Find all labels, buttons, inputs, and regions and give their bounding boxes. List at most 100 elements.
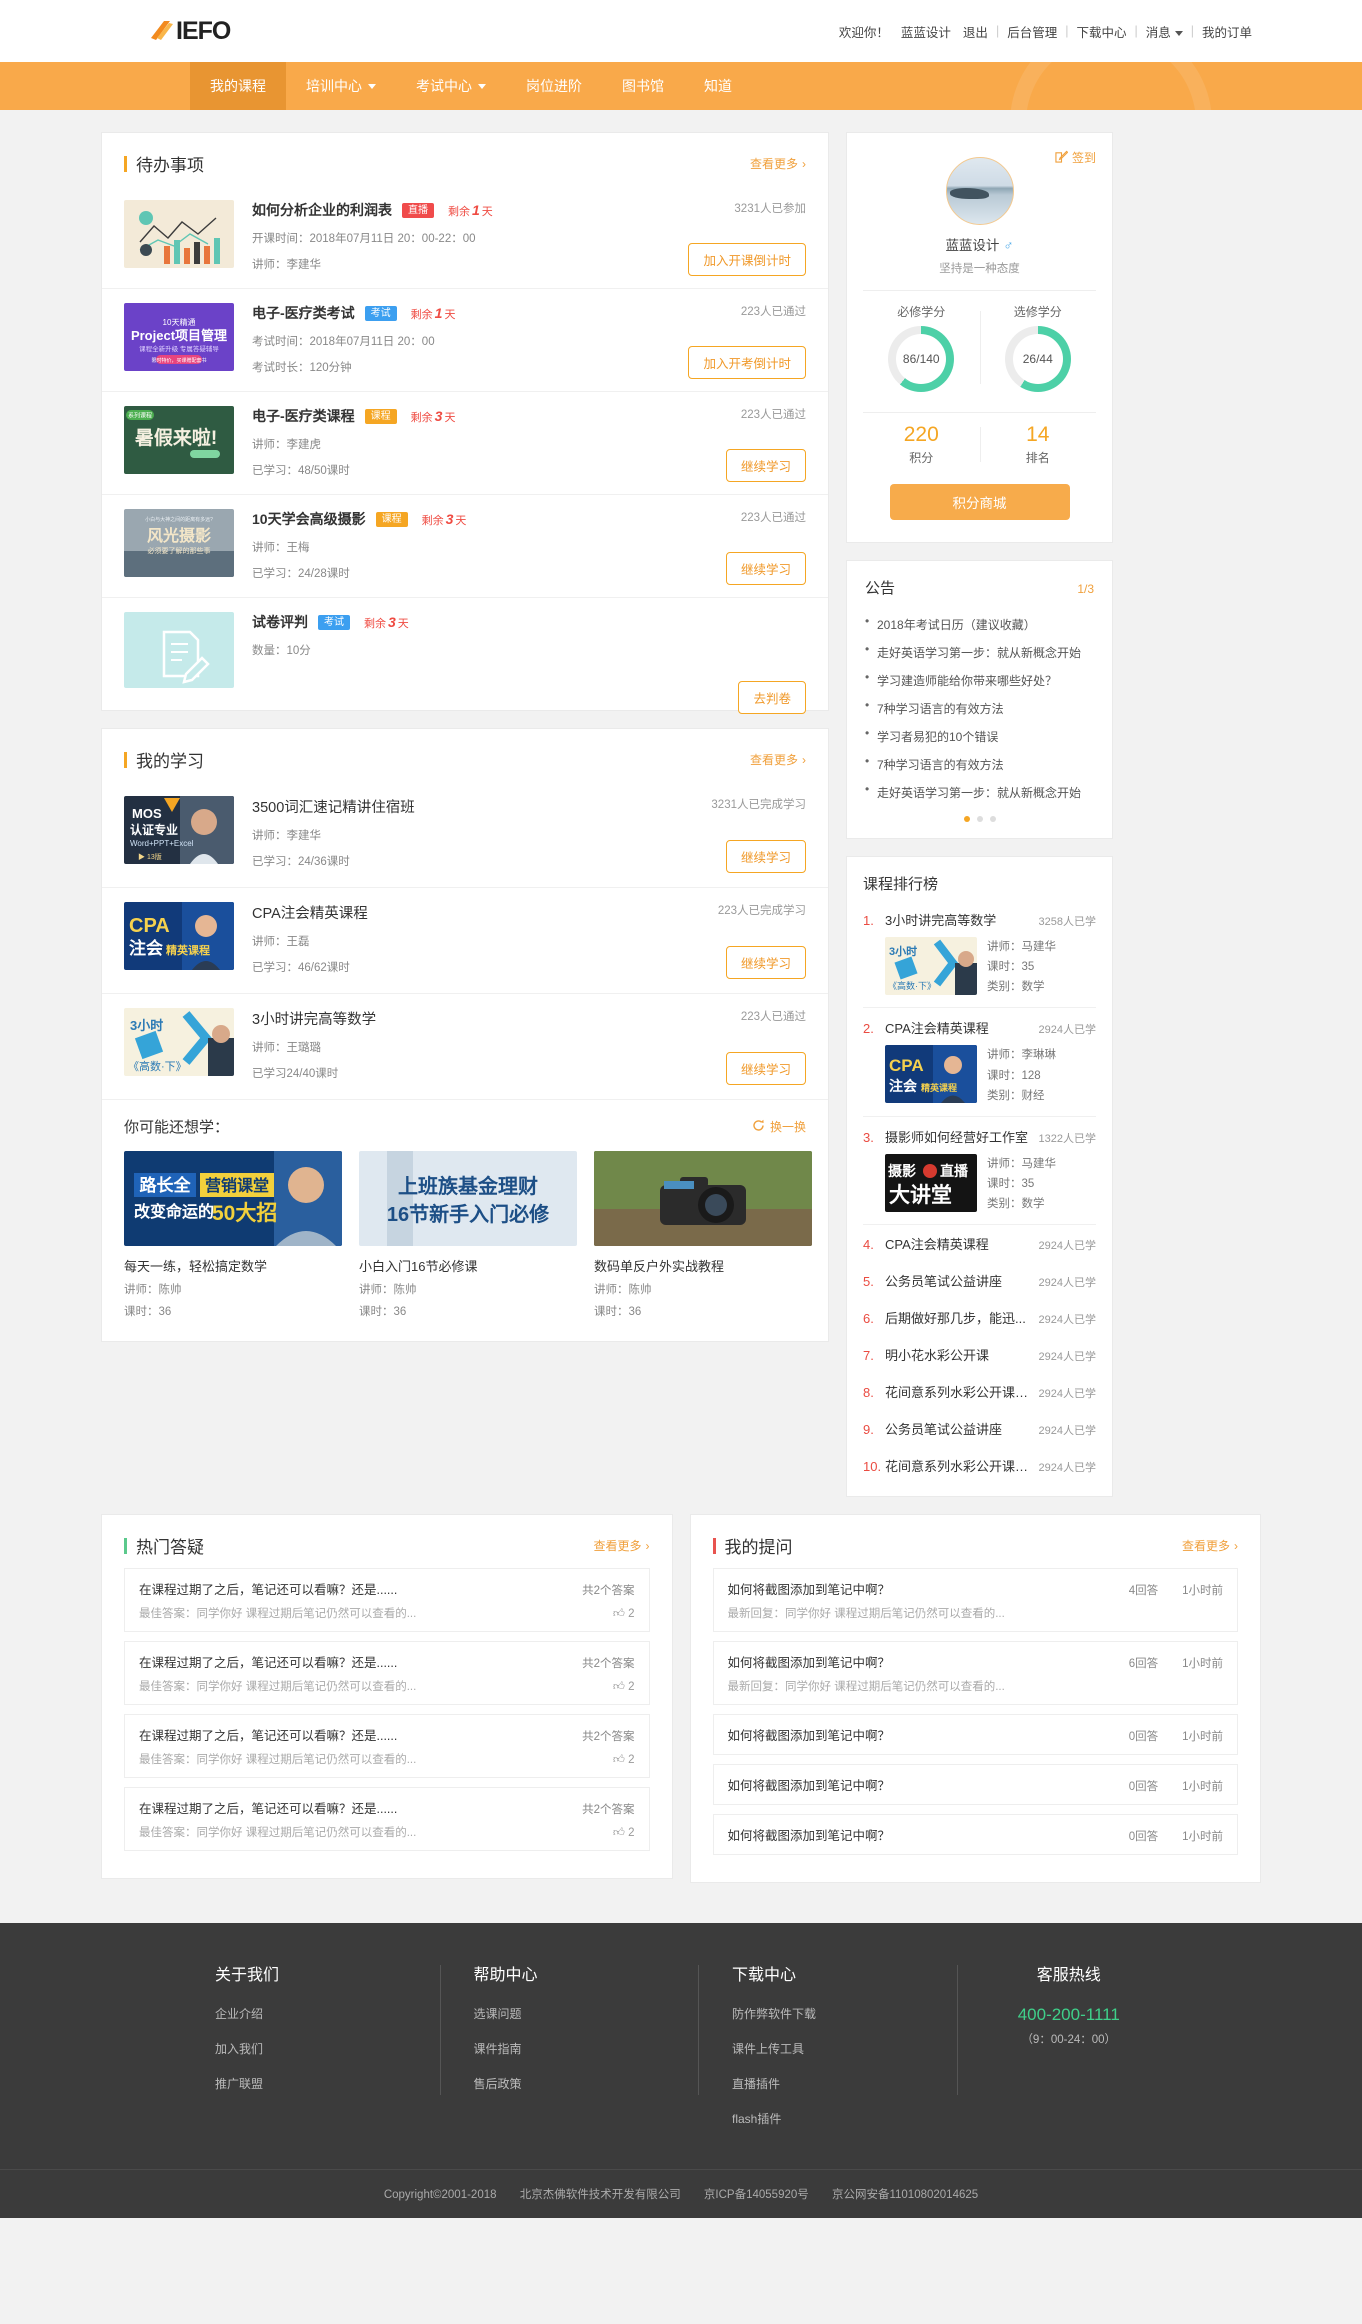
chevron-right-icon: › [802, 753, 806, 767]
notice-item[interactable]: 7种学习语言的有效方法 [865, 694, 1094, 722]
my-qa-card: 我的提问 查看更多› 如何将截图添加到笔记中啊？ 4回答 1小时前 最新回复：同… [690, 1514, 1262, 1883]
ranking-row[interactable]: 3. 摄影师如何经营好工作室 1322人已学 摄影直播大讲堂 讲师：马建华 课时… [863, 1117, 1096, 1225]
ranking-row-compact[interactable]: 9. 公务员笔试公益讲座 2924人已学 [863, 1410, 1096, 1447]
ranking-row-compact[interactable]: 4. CPA注会精英课程 2924人已学 [863, 1225, 1096, 1262]
recommend-card[interactable]: 路长全营销课堂改变命运的50大招 每天一练，轻松搞定数学 讲师：陈帅 课时：36 [124, 1151, 342, 1319]
nav-item-training-center[interactable]: 培训中心 [286, 62, 396, 110]
footer-link[interactable]: 推广联盟 [215, 2075, 440, 2092]
my-orders-link[interactable]: 我的订单 [1196, 22, 1258, 41]
todo-action-button[interactable]: 加入开课倒计时 [688, 243, 806, 276]
learning-row[interactable]: CPA注会精英课程 CPA注会精英课程 讲师：王磊 已学习：46/62课时 22… [102, 888, 828, 994]
chevron-down-icon [478, 84, 486, 89]
footer-link[interactable]: 企业介绍 [215, 2005, 440, 2022]
ranking-row[interactable]: 2. CPA注会精英课程 2924人已学 CPA注会精英课程 讲师：李琳琳 课时… [863, 1008, 1096, 1116]
sign-in-button[interactable]: 签到 [1055, 149, 1096, 166]
recommend-card[interactable]: 上班族基金理财16节新手入门必修 小白入门16节必修课 讲师：陈帅 课时：36 [359, 1151, 577, 1319]
hot-qa-more-link[interactable]: 查看更多› [593, 1537, 649, 1554]
nav-item-career-advance[interactable]: 岗位进阶 [506, 62, 602, 110]
footer-link[interactable]: 课件上传工具 [732, 2040, 957, 2057]
pagination-dot[interactable] [977, 816, 983, 822]
recommend-card[interactable]: 数码单反户外实战教程 讲师：陈帅 课时：36 [594, 1151, 812, 1319]
todo-row[interactable]: 如何分析企业的利润表 直播 剩余1天 开课时间：2018年07月11日 20：0… [102, 186, 828, 289]
ranking-row[interactable]: 1. 3小时讲完高等数学 3258人已学 3小时《高数·下》 讲师：马建华 课时… [863, 900, 1096, 1008]
site-logo[interactable]: IEFO [148, 17, 230, 46]
qa-row[interactable]: 在课程过期了之后，笔记还可以看嘛？还是...... 共2个答案 最佳答案：同学你… [124, 1787, 650, 1851]
rank-learner-count: 2924人已学 [1039, 1348, 1096, 1364]
pagination-dot[interactable] [964, 816, 970, 822]
username-link[interactable]: 蓝蓝设计 [895, 22, 957, 41]
learning-action-button[interactable]: 继续学习 [726, 840, 806, 873]
course-thumbnail: 小白与大神之间的距离有多远?风光摄影必须要了解的那些事 [124, 509, 234, 577]
notice-item[interactable]: 2018年考试日历（建议收藏） [865, 610, 1094, 638]
qa-row[interactable]: 在课程过期了之后，笔记还可以看嘛？还是...... 共2个答案 最佳答案：同学你… [124, 1641, 650, 1705]
admin-link[interactable]: 后台管理 [1001, 22, 1063, 41]
pagination-dot[interactable] [990, 816, 996, 822]
ranking-row-compact[interactable]: 10. 花间意系列水彩公开课7.2 2924人已学 [863, 1447, 1096, 1484]
footer-link[interactable]: 售后政策 [474, 2075, 699, 2092]
points-mall-button[interactable]: 积分商城 [890, 484, 1070, 520]
todo-row[interactable]: 小白与大神之间的距离有多远?风光摄影必须要了解的那些事 10天学会高级摄影 课程… [102, 495, 828, 598]
footer-link[interactable]: 选课问题 [474, 2005, 699, 2022]
learning-row[interactable]: 3小时《高数·下》 3小时讲完高等数学 讲师：王璐璐 已学习24/40课时 22… [102, 994, 828, 1100]
footer-link[interactable]: 加入我们 [215, 2040, 440, 2057]
learning-row[interactable]: MOS认证专业Word+PPT+Excel▶ 13版 3500词汇速记精讲住宿班… [102, 782, 828, 888]
footer-link[interactable]: 防作弊软件下载 [732, 2005, 957, 2022]
qa-row[interactable]: 如何将截图添加到笔记中啊？ 0回答 1小时前 [713, 1814, 1239, 1855]
rank-info: 讲师：马建华 课时：35 类别：数学 [987, 937, 1056, 997]
learning-action-button[interactable]: 继续学习 [726, 946, 806, 979]
nav-item-my-courses[interactable]: 我的课程 [190, 62, 286, 110]
qa-likes[interactable]: 👍︎ 2 [613, 1607, 635, 1621]
ranking-row-compact[interactable]: 8. 花间意系列水彩公开课7.1 2924人已学 [863, 1373, 1096, 1410]
notice-item[interactable]: 学习者易犯的10个错误 [865, 722, 1094, 750]
refresh-recommend-button[interactable]: 换一换 [752, 1118, 806, 1135]
rank-hours: 课时：35 [987, 1174, 1056, 1194]
ranking-row-compact[interactable]: 7. 明小花水彩公开课 2924人已学 [863, 1336, 1096, 1373]
svg-text:限时特价，买课赠配套书: 限时特价，买课赠配套书 [151, 357, 206, 364]
download-center-link[interactable]: 下载中心 [1070, 22, 1132, 41]
todo-row[interactable]: 试卷评判 考试 剩余3天 数量：10分 去判卷 [102, 598, 828, 710]
nav-item-exam-center[interactable]: 考试中心 [396, 62, 506, 110]
avatar[interactable] [946, 157, 1014, 225]
qa-row[interactable]: 如何将截图添加到笔记中啊？ 6回答 1小时前 最新回复：同学你好 课程过期后笔记… [713, 1641, 1239, 1705]
notice-page-indicator: 1/3 [1077, 582, 1094, 596]
icp-number[interactable]: 京ICP备14055920号 [704, 2189, 809, 2201]
todo-action-button[interactable]: 继续学习 [726, 552, 806, 585]
footer-link[interactable]: 直播插件 [732, 2075, 957, 2092]
ranking-row-compact[interactable]: 6. 后期做好那几步，能迅... 2924人已学 [863, 1299, 1096, 1336]
svg-text:▶ 13版: ▶ 13版 [138, 852, 162, 861]
svg-text:改变命运的: 改变命运的 [134, 1202, 214, 1221]
todo-action-button[interactable]: 继续学习 [726, 449, 806, 482]
learning-action-button[interactable]: 继续学习 [726, 1052, 806, 1085]
qa-row[interactable]: 在课程过期了之后，笔记还可以看嘛？还是...... 共2个答案 最佳答案：同学你… [124, 1568, 650, 1632]
nav-item-know[interactable]: 知道 [684, 62, 752, 110]
todo-more-link[interactable]: 查看更多› [750, 155, 806, 172]
notice-item[interactable]: 走好英语学习第一步：就从新概念开始 [865, 778, 1094, 806]
police-number[interactable]: 京公网安备11010802014625 [832, 2189, 978, 2201]
qa-row[interactable]: 如何将截图添加到笔记中啊？ 0回答 1小时前 [713, 1764, 1239, 1805]
todo-meta-1: 讲师：李建虎 [252, 436, 806, 452]
qa-row[interactable]: 如何将截图添加到笔记中啊？ 4回答 1小时前 最新回复：同学你好 课程过期后笔记… [713, 1568, 1239, 1632]
recommend-thumbnail [594, 1151, 812, 1246]
todo-row[interactable]: 系列课程暑假来啦! 电子-医疗类课程 课程 剩余3天 讲师：李建虎 已学习：48… [102, 392, 828, 495]
ranking-row-compact[interactable]: 5. 公务员笔试公益讲座 2924人已学 [863, 1262, 1096, 1299]
todo-action-button[interactable]: 加入开考倒计时 [688, 346, 806, 379]
qa-row[interactable]: 在课程过期了之后，笔记还可以看嘛？还是...... 共2个答案 最佳答案：同学你… [124, 1714, 650, 1778]
learning-more-link[interactable]: 查看更多› [750, 751, 806, 768]
notice-item[interactable]: 7种学习语言的有效方法 [865, 750, 1094, 778]
qa-likes[interactable]: 👍︎ 2 [613, 1680, 635, 1694]
days-left-suffix: 天 [444, 309, 455, 321]
notice-item[interactable]: 走好英语学习第一步：就从新概念开始 [865, 638, 1094, 666]
messages-dropdown[interactable]: 消息 [1140, 22, 1189, 41]
qa-likes[interactable]: 👍︎ 2 [613, 1826, 635, 1840]
my-qa-more-link[interactable]: 查看更多› [1182, 1537, 1238, 1554]
footer-link[interactable]: flash插件 [732, 2110, 957, 2127]
credit-required: 必修学分 86/140 [863, 303, 980, 392]
footer-link[interactable]: 课件指南 [474, 2040, 699, 2057]
logout-link[interactable]: 退出 [957, 22, 994, 41]
qa-likes[interactable]: 👍︎ 2 [613, 1753, 635, 1767]
notice-item[interactable]: 学习建造师能给你带来哪些好处？ [865, 666, 1094, 694]
qa-row[interactable]: 如何将截图添加到笔记中啊？ 0回答 1小时前 [713, 1714, 1239, 1755]
todo-row[interactable]: 10天精通Project项目管理课程全新升级 专属答疑辅导限时特价，买课赠配套书… [102, 289, 828, 392]
todo-action-button[interactable]: 去判卷 [738, 681, 806, 714]
nav-item-library[interactable]: 图书馆 [602, 62, 684, 110]
